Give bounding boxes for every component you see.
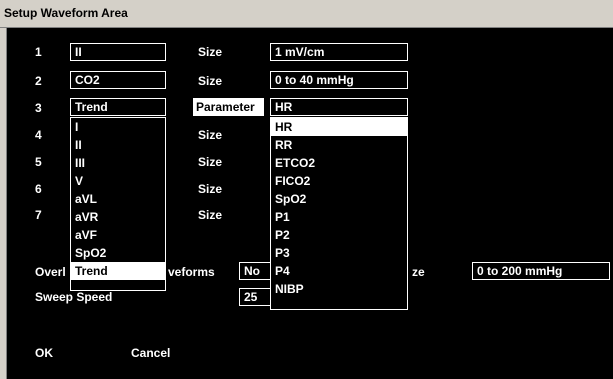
- waveform-option-spo2[interactable]: SpO2: [71, 244, 165, 262]
- size-select-1[interactable]: 1 mV/cm: [270, 43, 408, 61]
- cancel-button[interactable]: Cancel: [131, 346, 170, 360]
- waveform-dropdown: I II III V aVL aVR aVF SpO2 Trend: [70, 117, 166, 291]
- waveform-option-iii[interactable]: III: [71, 154, 165, 172]
- row-number-4: 4: [35, 128, 42, 142]
- overlay-label-left: Overl: [35, 265, 66, 279]
- waveform-option-ii[interactable]: II: [71, 136, 165, 154]
- waveform-option-trend[interactable]: Trend: [71, 262, 165, 280]
- waveform-select-2[interactable]: CO2: [70, 71, 166, 89]
- waveform-select-3[interactable]: Trend: [70, 98, 166, 116]
- parameter-select[interactable]: HR: [270, 98, 408, 116]
- row-number-1: 1: [35, 45, 42, 59]
- size-label-5: Size: [198, 155, 223, 169]
- parameter-dropdown: HR RR ETCO2 FICO2 SpO2 P1 P2 P3 P4 NIBP: [270, 117, 408, 310]
- waveform-select-1[interactable]: II: [70, 43, 166, 61]
- size-select-2[interactable]: 0 to 40 mmHg: [270, 71, 408, 89]
- parameter-option-p1[interactable]: P1: [271, 208, 407, 226]
- waveform-option-avf[interactable]: aVF: [71, 226, 165, 244]
- size-label-4: Size: [198, 128, 223, 142]
- sweep-speed-label: Sweep Speed: [35, 290, 113, 304]
- parameter-label: Parameter: [193, 98, 264, 116]
- parameter-option-hr[interactable]: HR: [271, 118, 407, 136]
- parameter-option-p2[interactable]: P2: [271, 226, 407, 244]
- row-number-3: 3: [35, 101, 42, 115]
- row-number-5: 5: [35, 155, 42, 169]
- window-title: Setup Waveform Area: [4, 6, 128, 20]
- size-label-1: Size: [198, 45, 223, 59]
- size-label-2: Size: [198, 74, 223, 88]
- overlay-size-label: ze: [412, 265, 425, 279]
- parameter-option-p4[interactable]: P4: [271, 262, 407, 280]
- parameter-option-fico2[interactable]: FICO2: [271, 172, 407, 190]
- title-bar: Setup Waveform Area: [0, 0, 613, 28]
- size-label-7: Size: [198, 208, 223, 222]
- window-left-border: [0, 28, 7, 379]
- overlay-size-select[interactable]: 0 to 200 mmHg: [472, 262, 610, 280]
- parameter-option-p3[interactable]: P3: [271, 244, 407, 262]
- row-number-7: 7: [35, 208, 42, 222]
- ok-button[interactable]: OK: [35, 346, 53, 360]
- parameter-option-spo2[interactable]: SpO2: [271, 190, 407, 208]
- waveform-option-v[interactable]: V: [71, 172, 165, 190]
- row-number-6: 6: [35, 182, 42, 196]
- size-label-6: Size: [198, 182, 223, 196]
- row-number-2: 2: [35, 74, 42, 88]
- parameter-option-rr[interactable]: RR: [271, 136, 407, 154]
- waveform-option-avr[interactable]: aVR: [71, 208, 165, 226]
- parameter-option-etco2[interactable]: ETCO2: [271, 154, 407, 172]
- overlay-label-right: veforms: [168, 265, 215, 279]
- waveform-option-avl[interactable]: aVL: [71, 190, 165, 208]
- waveform-option-i[interactable]: I: [71, 118, 165, 136]
- parameter-option-nibp[interactable]: NIBP: [271, 280, 407, 298]
